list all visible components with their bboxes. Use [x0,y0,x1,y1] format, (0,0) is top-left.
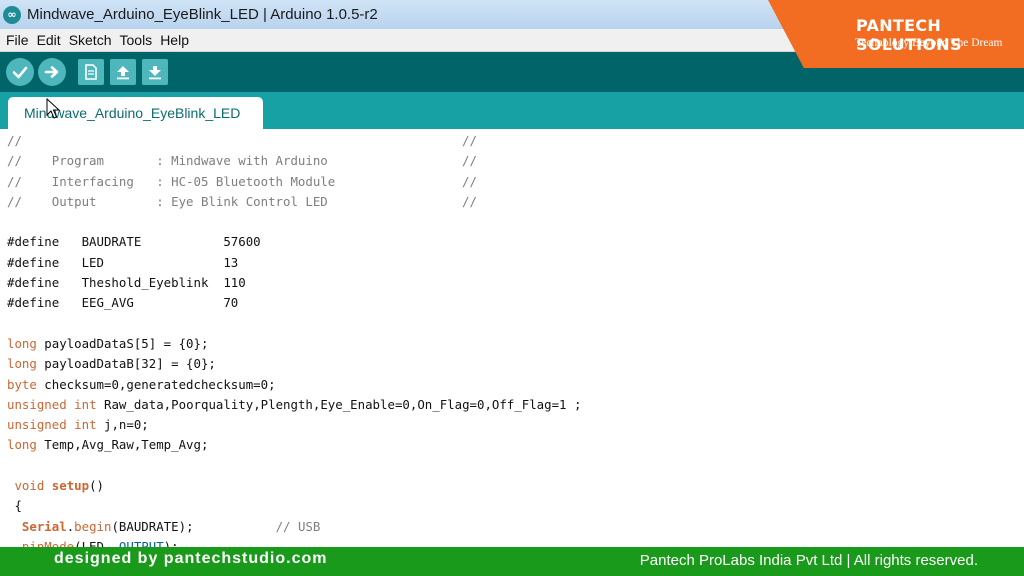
code-line: // Output : Eye Blink Control LED // [7,192,581,212]
code-line: { [7,496,581,516]
code-token: payloadDataS[5] = {0}; [36,335,209,351]
code-token: checksum=0,generatedchecksum=0; [36,376,276,392]
verify-icon [12,66,28,79]
code-line: byte checksum=0,generatedchecksum=0; [7,375,581,395]
code-text[interactable]: // // // Program : Mindwave with Arduino … [7,131,581,547]
brand-tagline: Technology Beyond The Dream [855,37,1003,49]
code-token: (LED, [74,538,119,547]
code-line: // Program : Mindwave with Arduino // [7,151,581,171]
code-token: long [7,356,37,372]
code-line: // // [7,131,581,151]
code-line: pinMode(LED, OUTPUT); [7,537,581,547]
code-token: #define Theshold_Eyeblink 110 [7,275,246,291]
code-token: setup [51,478,90,494]
code-line: // Interfacing : HC-05 Bluetooth Module … [7,172,581,192]
code-token: (BAUDRATE); [111,518,276,534]
tab-strip: Mindwave_Arduino_EyeBlink_LED [0,92,1024,129]
new-button[interactable] [78,59,104,85]
code-line: #define BAUDRATE 57600 [7,232,581,252]
new-icon [85,64,97,80]
save-icon [149,66,161,80]
menu-help[interactable]: Help [159,32,190,48]
brand-logo: PANTECH SOLUTIONS Technology Beyond The … [768,0,1024,68]
code-token: #define BAUDRATE 57600 [7,234,261,250]
code-token: payloadDataB[32] = {0}; [36,356,216,372]
code-token: byte [7,376,37,392]
code-token: Temp,Avg_Raw,Temp_Avg; [36,437,209,453]
code-comment: // // [7,133,477,148]
code-token: Serial [21,518,67,534]
upload-icon [44,66,59,78]
code-token: int [74,417,97,433]
code-line: long payloadDataB[32] = {0}; [7,354,581,374]
code-token: #define LED 13 [7,254,239,270]
footer-copyright: Pantech ProLabs India Pvt Ltd | All righ… [639,552,978,569]
code-token: long [7,437,37,453]
code-line: void setup() [7,476,581,496]
upload-button[interactable] [38,58,66,86]
open-icon [117,66,129,80]
code-token: pinMode [21,538,75,547]
code-comment: // Interfacing : HC-05 Bluetooth Module … [7,173,477,189]
code-token: () [89,478,105,494]
code-token: OUTPUT [118,538,164,547]
window-title: Mindwave_Arduino_EyeBlink_LED | Arduino … [27,6,378,23]
code-token: begin [74,518,112,534]
code-comment: // USB [275,518,321,534]
save-button[interactable] [142,59,168,85]
footer-banner: designed by pantechstudio.com Pantech Pr… [0,547,1024,576]
mouse-cursor-icon [46,98,60,119]
code-token: int [74,396,97,412]
code-token: unsigned [7,396,67,412]
code-token: void [14,478,45,494]
footer-credit: designed by pantechstudio.com [54,550,328,567]
code-token: Raw_data,Poorquality,Plength,Eye_Enable=… [96,396,582,412]
code-line: #define LED 13 [7,253,581,273]
code-token: unsigned [7,417,67,433]
menu-edit[interactable]: Edit [36,32,62,48]
menu-tools[interactable]: Tools [119,32,154,48]
code-token: #define EEG_AVG 70 [7,295,239,311]
code-line: #define EEG_AVG 70 [7,293,581,313]
code-comment: // Program : Mindwave with Arduino // [7,153,477,169]
code-comment: // Output : Eye Blink Control LED // [7,193,477,209]
code-editor[interactable]: // // // Program : Mindwave with Arduino … [0,129,1024,547]
code-token: j,n=0; [96,417,149,433]
open-button[interactable] [110,59,136,85]
code-line: long Temp,Avg_Raw,Temp_Avg; [7,435,581,455]
menu-file[interactable]: File [5,32,30,48]
code-line: unsigned int Raw_data,Poorquality,Plengt… [7,395,581,415]
code-line: unsigned int j,n=0; [7,415,581,435]
menu-sketch[interactable]: Sketch [68,32,113,48]
code-token: ); [163,538,179,547]
code-line: long payloadDataS[5] = {0}; [7,334,581,354]
code-token: long [7,335,37,351]
code-line: Serial.begin(BAUDRATE); // USB [7,517,581,537]
code-token: { [7,498,22,514]
arduino-logo-icon: ∞ [3,5,21,24]
code-line: #define Theshold_Eyeblink 110 [7,273,581,293]
verify-button[interactable] [6,58,34,86]
